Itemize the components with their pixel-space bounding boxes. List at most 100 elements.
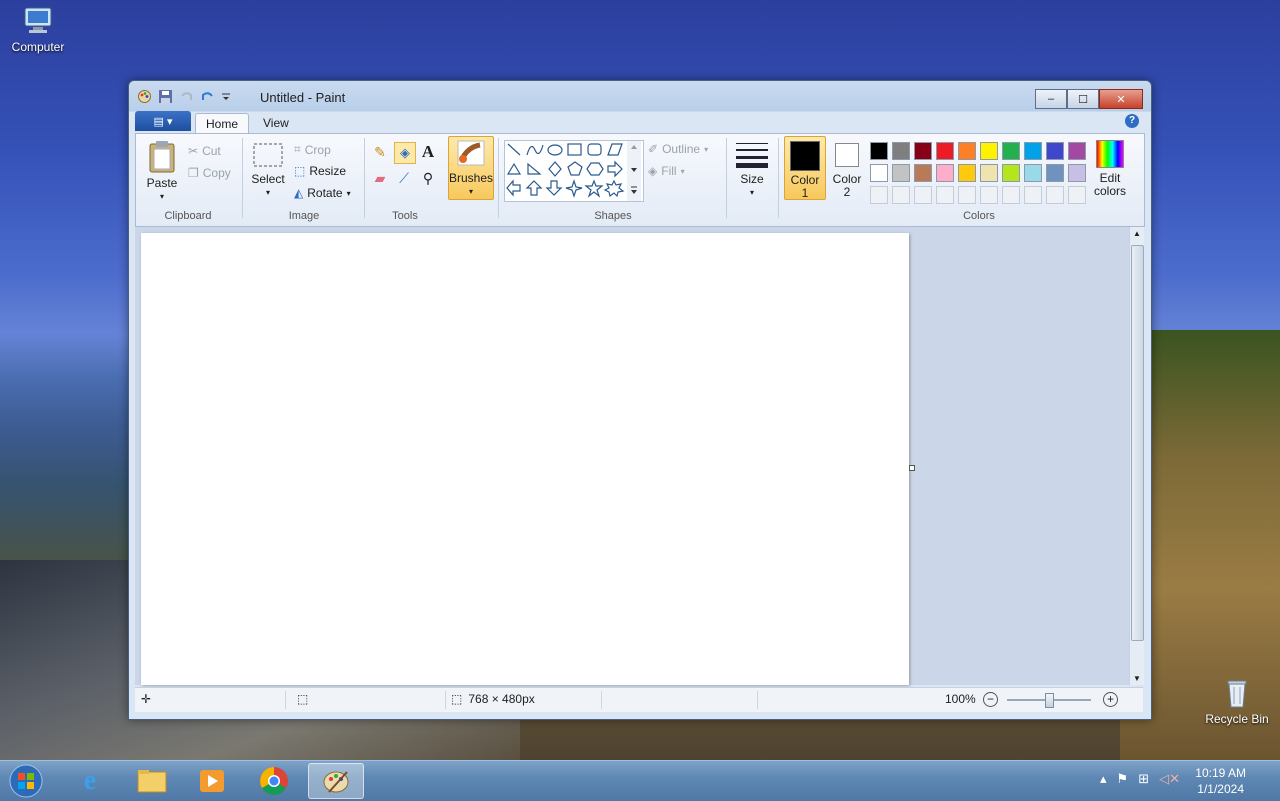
custom-color-slot[interactable] — [958, 186, 976, 204]
copy-button[interactable]: ❐ Copy — [188, 166, 231, 180]
desktop-icon-computer[interactable]: Computer — [0, 6, 76, 54]
scroll-up-icon[interactable]: ▲ — [1133, 229, 1141, 238]
zoom-out-button[interactable]: − — [983, 692, 998, 707]
taskbar-internet-explorer[interactable]: e — [62, 763, 118, 799]
volume-muted-icon[interactable]: ◁✕ — [1159, 771, 1180, 787]
custom-color-slot[interactable] — [870, 186, 888, 204]
brush-icon — [457, 140, 485, 166]
brushes-button[interactable]: Brushes ▾ — [448, 136, 494, 200]
palette-swatch[interactable] — [892, 142, 910, 160]
palette-swatch[interactable] — [980, 164, 998, 182]
customize-qat-icon[interactable] — [221, 89, 231, 104]
magnifier-tool[interactable]: ⚲ — [418, 168, 438, 188]
palette-swatch[interactable] — [1024, 164, 1042, 182]
palette-swatch[interactable] — [1046, 142, 1064, 160]
fill-tool[interactable]: ◈ — [394, 142, 416, 164]
edit-colors-button[interactable]: Edit colors — [1090, 138, 1130, 198]
color1-button[interactable]: Color 1 — [784, 136, 826, 200]
taskbar-paint[interactable] — [308, 763, 364, 799]
drawing-canvas[interactable] — [141, 233, 909, 685]
undo-icon[interactable] — [179, 89, 194, 104]
palette-swatch[interactable] — [1068, 164, 1086, 182]
taskbar-clock[interactable]: 10:19 AM 1/1/2024 — [1195, 765, 1246, 797]
network-icon[interactable]: ⊞ — [1138, 771, 1149, 787]
clipboard-group: Paste ▾ ✂ Cut ❐ Copy Clipboard — [136, 136, 240, 224]
size-button[interactable]: Size ▾ — [732, 140, 772, 199]
outline-button[interactable]: ✐ Outline ▾ — [648, 142, 708, 156]
palette-swatch[interactable] — [1046, 164, 1064, 182]
custom-color-slot[interactable] — [936, 186, 954, 204]
maximize-button[interactable]: ☐ — [1067, 89, 1099, 109]
action-center-flag-icon[interactable]: ⚑ — [1117, 771, 1129, 787]
custom-color-slot[interactable] — [1068, 186, 1086, 204]
palette-swatch[interactable] — [1002, 142, 1020, 160]
vertical-scrollbar[interactable]: ▲ ▼ — [1129, 227, 1144, 685]
paint-app-icon[interactable] — [137, 89, 152, 104]
color-picker-tool[interactable]: ⟋ — [394, 168, 414, 188]
palette-swatch[interactable] — [1068, 142, 1086, 160]
palette-swatch[interactable] — [1002, 164, 1020, 182]
redo-icon[interactable] — [200, 89, 215, 104]
group-divider — [778, 138, 779, 218]
group-divider — [498, 138, 499, 218]
brushes-label: Brushes — [449, 171, 494, 185]
custom-color-slot[interactable] — [892, 186, 910, 204]
cut-button[interactable]: ✂ Cut — [188, 144, 221, 158]
show-hidden-icons-icon[interactable]: ▴ — [1100, 771, 1107, 787]
canvas-resize-handle[interactable] — [909, 465, 915, 471]
text-tool[interactable]: A — [418, 142, 438, 162]
outline-label: Outline — [662, 142, 701, 156]
pencil-tool[interactable]: ✎ — [370, 142, 390, 162]
help-icon[interactable]: ? — [1125, 114, 1139, 128]
palette-swatch[interactable] — [936, 164, 954, 182]
custom-color-slot[interactable] — [1046, 186, 1064, 204]
status-bar: ✛ ⬚ ⬚ 768 × 480px 100% − + — [135, 687, 1143, 712]
color2-swatch — [835, 143, 859, 167]
palette-swatch[interactable] — [914, 164, 932, 182]
paste-button[interactable]: Paste ▾ — [144, 140, 180, 203]
palette-swatch[interactable] — [936, 142, 954, 160]
custom-color-slot[interactable] — [980, 186, 998, 204]
palette-swatch[interactable] — [980, 142, 998, 160]
scissors-icon: ✂ — [188, 144, 199, 158]
scroll-down-icon[interactable]: ▼ — [1133, 674, 1141, 683]
close-button[interactable]: ✕ — [1099, 89, 1143, 109]
zoom-slider-thumb[interactable] — [1045, 693, 1054, 708]
taskbar-chrome[interactable] — [246, 763, 302, 799]
custom-color-slot[interactable] — [1024, 186, 1042, 204]
color2-button[interactable]: Color 2 — [828, 136, 866, 199]
eraser-tool[interactable]: ▰ — [370, 168, 390, 188]
zoom-in-button[interactable]: + — [1103, 692, 1118, 707]
shapes-group-label: Shapes — [594, 210, 632, 222]
shapes-gallery[interactable] — [504, 140, 644, 202]
tools-group: ✎ ◈ A ▰ ⟋ ⚲ Tools — [366, 136, 444, 224]
minimize-button[interactable]: – — [1035, 89, 1067, 109]
palette-swatch[interactable] — [892, 164, 910, 182]
taskbar-file-explorer[interactable] — [124, 763, 180, 799]
canvas-size-icon: ⬚ — [451, 692, 463, 706]
select-button[interactable]: Select ▾ — [250, 142, 286, 199]
fill-button[interactable]: ◈ Fill ▾ — [648, 164, 685, 178]
palette-swatch[interactable] — [958, 164, 976, 182]
save-icon[interactable] — [158, 89, 173, 104]
resize-button[interactable]: ⬚ Resize — [294, 164, 346, 178]
taskbar-media-player[interactable] — [184, 763, 240, 799]
palette-swatch[interactable] — [870, 142, 888, 160]
canvas-size: ⬚ 768 × 480px — [451, 692, 535, 706]
brushes-dropdown-icon: ▾ — [468, 187, 473, 196]
palette-swatch[interactable] — [958, 142, 976, 160]
palette-swatch[interactable] — [914, 142, 932, 160]
title-bar[interactable]: Untitled - Paint – ☐ ✕ — [129, 81, 1151, 111]
start-button[interactable] — [0, 763, 52, 799]
custom-color-slot[interactable] — [914, 186, 932, 204]
palette-swatch[interactable] — [870, 164, 888, 182]
rotate-button[interactable]: ◭ Rotate ▾ — [294, 186, 351, 200]
paint-menu-button[interactable]: ▤ ▾ — [135, 111, 191, 131]
crop-button[interactable]: ⌗ Crop — [294, 142, 331, 157]
tab-view[interactable]: View — [253, 113, 299, 133]
desktop-icon-recycle-bin[interactable]: Recycle Bin — [1198, 678, 1276, 726]
scroll-thumb[interactable] — [1131, 245, 1144, 641]
custom-color-slot[interactable] — [1002, 186, 1020, 204]
palette-swatch[interactable] — [1024, 142, 1042, 160]
tab-home[interactable]: Home — [195, 113, 250, 134]
